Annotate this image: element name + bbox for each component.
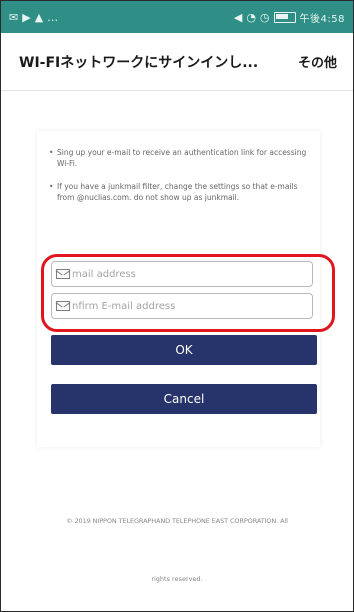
phone-screen: ✉ ▶ ▲ … ◀ ◔ ◷ 午後4:58 WI-FIネットワークにサインインし.…: [0, 0, 354, 612]
email-field-box: [51, 261, 313, 287]
copyright-text: © 2019 NIPPON TELEGRAPHAND TELEPHONE EAS…: [66, 517, 288, 525]
envelope-icon: [56, 269, 70, 279]
page-title: WI-FIネットワークにサインインし...: [19, 54, 259, 71]
rights-text: rights reserved.: [151, 575, 203, 583]
status-right: ◀ ◔ ◷ 午後4:58: [234, 10, 345, 25]
envelope-icon: [56, 301, 70, 311]
instructions: • Sing up your e-mail to receive an auth…: [49, 147, 311, 215]
confirm-email-field-box: [51, 293, 313, 319]
warning-icon: ▲: [34, 10, 44, 24]
clock: 午後4:58: [299, 13, 345, 25]
cast-icon: ▶: [22, 10, 31, 24]
other-menu-button[interactable]: その他: [298, 52, 337, 71]
confirm-email-field[interactable]: [72, 300, 302, 312]
battery-icon: [273, 11, 296, 23]
bullet: •: [49, 182, 54, 191]
instruction-text: If you have a junkmail filter, change th…: [57, 182, 298, 202]
wifi-icon: ◔: [246, 10, 256, 24]
status-left: ✉ ▶ ▲ …: [9, 11, 58, 24]
alarm-icon: ◷: [259, 10, 270, 24]
instruction-item: • If you have a junkmail filter, change …: [49, 181, 311, 203]
instruction-text: Sing up your e-mail to receive an authen…: [57, 148, 307, 168]
bullet: •: [49, 148, 54, 157]
instruction-item: • Sing up your e-mail to receive an auth…: [49, 147, 311, 169]
signup-card: • Sing up your e-mail to receive an auth…: [37, 131, 320, 447]
ok-button[interactable]: OK: [51, 335, 317, 365]
notification-icon: ✉: [9, 10, 19, 24]
status-bar: ✉ ▶ ▲ … ◀ ◔ ◷ 午後4:58: [1, 1, 353, 33]
mute-icon: ◀: [233, 10, 243, 24]
cancel-button[interactable]: Cancel: [51, 384, 317, 414]
email-field[interactable]: [72, 268, 302, 280]
more-icon: …: [47, 10, 59, 24]
title-bar: WI-FIネットワークにサインインし... その他: [1, 33, 353, 91]
